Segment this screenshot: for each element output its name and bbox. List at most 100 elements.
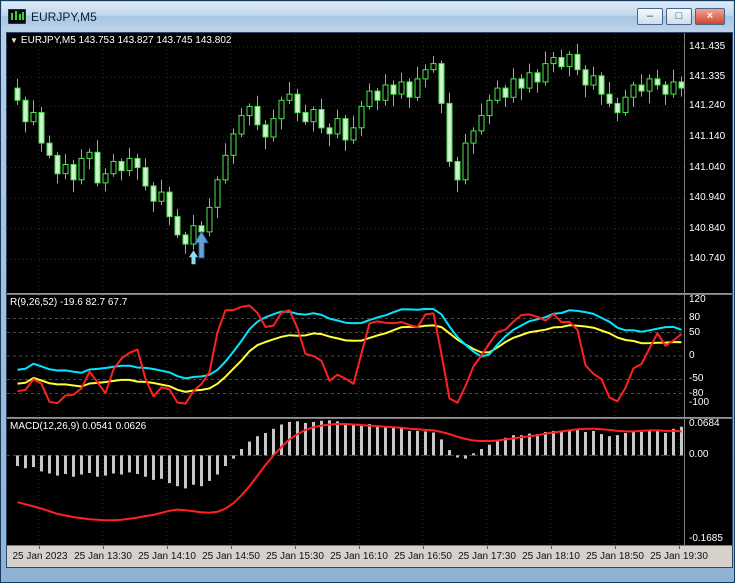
macd-histogram-bar [376, 425, 379, 456]
candle-body [422, 69, 429, 80]
macd-histogram-bar [456, 455, 459, 458]
candle-body [630, 84, 637, 98]
candle-body [30, 112, 37, 123]
macd-histogram-bar [72, 455, 75, 477]
macd-header: MACD(12,26,9) 0.0541 0.0626 [10, 421, 147, 432]
macd-tick-label: 0.0684 [689, 418, 720, 429]
candle-body [366, 90, 373, 107]
candlestick-plot[interactable]: ▼ EURJPY,M5 143.753 143.827 143.745 143.8… [7, 33, 684, 293]
candle-body [550, 57, 557, 65]
candle-body [374, 90, 381, 101]
minimize-button[interactable]: – [637, 8, 663, 25]
time-tick [359, 546, 360, 549]
macd-histogram-bar [568, 430, 571, 456]
time-label: 25 Jan 16:50 [394, 551, 452, 562]
macd-plot[interactable]: MACD(12,26,9) 0.0541 0.0626 [7, 419, 684, 545]
macd-histogram-bar [16, 455, 19, 466]
candle-body [518, 78, 525, 89]
wpr-chart[interactable] [7, 295, 684, 417]
ohlc-text: EURJPY,M5 143.753 143.827 143.745 143.80… [20, 35, 232, 46]
macd-histogram-bar [64, 455, 67, 474]
price-tick-label: 141.140 [689, 131, 726, 142]
time-label: 25 Jan 17:30 [458, 551, 516, 562]
wpr-header: R(9,26,52) -19.6 82.7 67.7 [10, 297, 128, 308]
price-tick-label: 141.040 [689, 161, 726, 173]
small-arrow-icon [189, 250, 198, 265]
candle-body [414, 78, 421, 98]
candle-body [230, 133, 237, 156]
wpr-tick-label: -100 [689, 396, 710, 408]
macd-histogram-bar [544, 432, 547, 456]
time-label: 25 Jan 13:30 [74, 551, 132, 562]
macd-histogram-bar [96, 455, 99, 477]
macd-histogram-bar [216, 455, 219, 475]
macd-histogram-bar [624, 433, 627, 456]
candle-body [318, 109, 325, 129]
macd-histogram-bar [616, 435, 619, 456]
wpr-tick-label: 0 [689, 350, 695, 361]
time-label: 25 Jan 18:10 [522, 551, 580, 562]
candle-body [134, 157, 141, 169]
price-tick-label: 140.840 [689, 222, 726, 234]
titlebar[interactable]: EURJPY,M5 – □ × [2, 2, 733, 31]
candle-body [310, 109, 317, 123]
candle-body [110, 161, 117, 175]
chart-window: EURJPY,M5 – □ × ▼ EURJPY,M5 143.753 143.8… [0, 0, 735, 583]
macd-histogram-bar [648, 429, 651, 456]
candle-body [246, 105, 253, 117]
candle-body [574, 53, 581, 71]
maximize-button[interactable]: □ [666, 8, 692, 25]
macd-histogram-bar [48, 455, 51, 474]
macd-histogram-bar [416, 430, 419, 456]
candle-body [262, 124, 269, 138]
candle-body [462, 142, 469, 181]
candle-body [150, 185, 157, 202]
macd-chart[interactable] [7, 419, 684, 545]
macd-histogram-bar [448, 450, 451, 456]
candle-body [446, 102, 453, 162]
candle-body [350, 127, 357, 141]
macd-histogram-bar [248, 441, 251, 456]
candle-body [470, 130, 477, 144]
time-label: 25 Jan 2023 [12, 551, 68, 562]
price-tick-label: 140.940 [689, 192, 726, 204]
macd-histogram-bar [168, 455, 171, 484]
candle-body [430, 63, 437, 71]
time-tick [487, 546, 488, 549]
candle-body [606, 93, 613, 104]
wpr-scale[interactable]: 120 80 50 0 -50 -80 -100 [684, 294, 732, 417]
candle-body [158, 191, 165, 202]
time-label: 25 Jan 16:10 [330, 551, 388, 562]
close-button[interactable]: × [695, 8, 725, 25]
time-label: 25 Jan 18:50 [586, 551, 644, 562]
candle-body [62, 164, 69, 175]
candle-body [38, 112, 45, 144]
candle-body [590, 75, 597, 86]
macd-histogram-bar [40, 455, 43, 472]
candle-body [438, 63, 445, 104]
candle-body [22, 99, 29, 123]
price-scale[interactable]: 141.435 141.335 141.240 141.140 141.040 140.9… [684, 33, 732, 293]
candle-body [358, 105, 365, 129]
macd-histogram-bar [640, 432, 643, 456]
macd-histogram-bar [144, 455, 147, 477]
window-controls: – □ × [637, 8, 725, 25]
time-axis[interactable]: 25 Jan 2023 25 Jan 13:30 25 Jan 14:10 25 Ja… [7, 545, 732, 567]
time-tick [39, 546, 40, 549]
window-icon [7, 8, 27, 25]
candle-body [646, 78, 653, 92]
macd-histogram-bar [80, 455, 83, 475]
candle-body [302, 112, 309, 123]
wpr-tick-label: 50 [689, 326, 701, 338]
candle-body [142, 167, 149, 187]
macd-histogram-bar [488, 444, 491, 456]
time-label: 25 Jan 15:30 [266, 551, 324, 562]
candlestick-chart[interactable] [7, 33, 684, 293]
time-tick [167, 546, 168, 549]
symbol-dropdown-icon[interactable]: ▼ [10, 36, 18, 45]
macd-histogram-bar [400, 428, 403, 456]
time-tick [551, 546, 552, 549]
macd-histogram-bar [240, 449, 243, 456]
macd-scale[interactable]: 0.0684 0.00 -0.1685 [684, 418, 732, 545]
wpr-plot[interactable]: R(9,26,52) -19.6 82.7 67.7 [7, 295, 684, 417]
